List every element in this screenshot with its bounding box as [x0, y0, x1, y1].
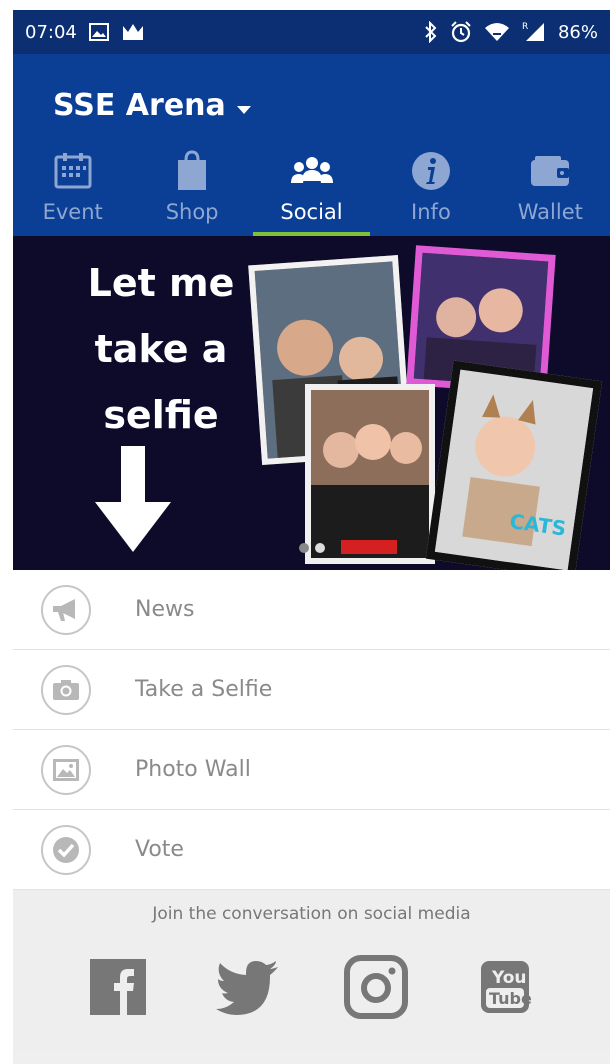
carousel-dot[interactable] [299, 543, 309, 553]
tab-label: Social [280, 200, 343, 224]
calendar-icon [53, 150, 93, 192]
tab-label: Wallet [517, 200, 583, 224]
carousel-dots [299, 543, 325, 553]
crown-icon [121, 22, 145, 42]
arrow-down-icon [93, 446, 173, 560]
status-time: 07:04 [25, 21, 77, 43]
banner-line: take a [94, 327, 228, 371]
promo-banner[interactable]: Let me take a selfie CATS [13, 236, 610, 570]
twitter-icon[interactable] [212, 952, 282, 1022]
venue-selector[interactable]: SSE Arena [53, 88, 252, 123]
tab-info[interactable]: Info [371, 144, 490, 236]
menu-item-take-selfie[interactable]: Take a Selfie [13, 650, 610, 730]
app-screen: 07:04 R 86% SSE Arena Event Shop Social … [13, 10, 610, 1064]
image-icon [88, 23, 109, 41]
status-bar: 07:04 R 86% [13, 10, 610, 54]
banner-line: selfie [103, 393, 219, 437]
instagram-icon[interactable] [341, 952, 411, 1022]
selfie-photo [305, 384, 435, 564]
menu-item-news[interactable]: News [13, 570, 610, 650]
youtube-icon[interactable]: You Tube [470, 952, 540, 1022]
alarm-icon [450, 21, 472, 43]
signal-icon: R [522, 21, 546, 43]
svg-text:R: R [522, 22, 528, 32]
bluetooth-icon [424, 21, 438, 43]
camera-icon [41, 664, 91, 715]
tab-social[interactable]: Social [252, 144, 371, 236]
app-header: SSE Arena Event Shop Social Info Wallet [13, 54, 610, 236]
megaphone-icon [41, 584, 91, 635]
banner-line: Let me [87, 261, 235, 305]
tab-label: Event [42, 200, 103, 224]
picture-icon [41, 744, 91, 795]
facebook-icon[interactable] [83, 952, 153, 1022]
tab-bar: Event Shop Social Info Wallet [13, 144, 610, 236]
social-footer: Join the conversation on social media Yo… [13, 890, 610, 1050]
menu-label: Take a Selfie [135, 677, 273, 702]
wallet-icon [529, 150, 571, 192]
banner-headline: Let me take a selfie [41, 250, 281, 448]
svg-text:You: You [491, 968, 527, 988]
tab-shop[interactable]: Shop [132, 144, 251, 236]
chevron-down-icon [236, 88, 252, 123]
menu-item-photo-wall[interactable]: Photo Wall [13, 730, 610, 810]
tab-label: Shop [165, 200, 219, 224]
menu-label: Vote [135, 837, 184, 862]
social-menu: News Take a Selfie Photo Wall Vote [13, 570, 610, 890]
venue-name: SSE Arena [53, 88, 226, 123]
selfie-photo: CATS [425, 360, 603, 570]
info-icon [411, 150, 451, 192]
wifi-icon [484, 22, 510, 42]
tab-label: Info [411, 200, 451, 224]
menu-item-vote[interactable]: Vote [13, 810, 610, 890]
shopping-bag-icon [176, 150, 208, 192]
menu-label: News [135, 597, 195, 622]
battery-level: 86% [557, 21, 598, 43]
menu-label: Photo Wall [135, 757, 251, 782]
svg-text:Tube: Tube [489, 989, 532, 1008]
tab-wallet[interactable]: Wallet [491, 144, 610, 236]
social-caption: Join the conversation on social media [152, 904, 471, 924]
tab-event[interactable]: Event [13, 144, 132, 236]
group-icon [290, 150, 334, 192]
carousel-dot[interactable] [315, 543, 325, 553]
check-icon [41, 824, 91, 875]
social-icons-row: You Tube [13, 952, 610, 1022]
